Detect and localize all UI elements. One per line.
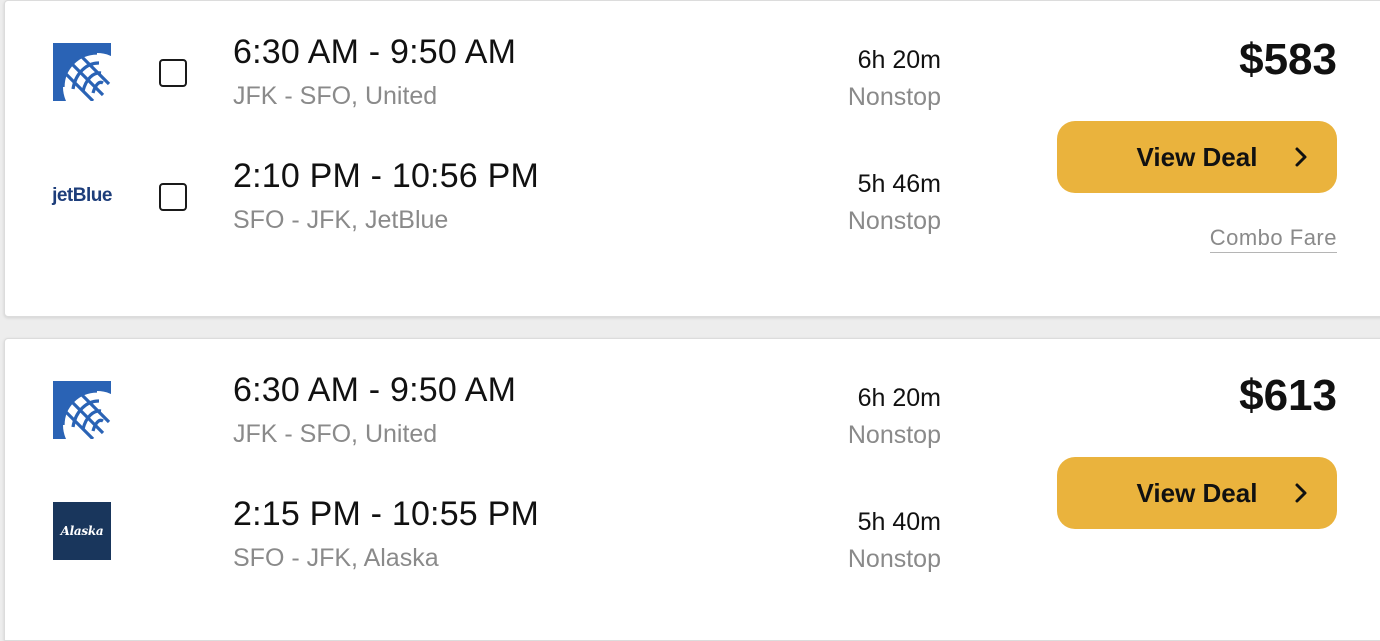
leg-stops: Nonstop xyxy=(847,207,941,235)
flight-result-card[interactable]: 6:30 AM - 9:50 AM JFK - SFO, United 6h 2… xyxy=(4,338,1380,641)
leg-stops: Nonstop xyxy=(847,545,941,573)
leg-duration: 5h 40m xyxy=(857,508,941,536)
chevron-right-icon xyxy=(1295,483,1307,503)
leg-duration: 6h 20m xyxy=(857,384,941,412)
leg-route: JFK - SFO, United xyxy=(233,82,438,110)
leg-times: 2:15 PM - 10:55 PM xyxy=(233,495,539,533)
leg-select-checkbox[interactable] xyxy=(159,183,187,211)
leg-route: SFO - JFK, Alaska xyxy=(233,544,439,572)
leg-times: 6:30 AM - 9:50 AM xyxy=(233,371,517,409)
flight-result-card[interactable]: 6:30 AM - 9:50 AM JFK - SFO, United 6h 2… xyxy=(4,0,1380,317)
leg-times: 6:30 AM - 9:50 AM xyxy=(233,33,517,71)
jetblue-logo-icon: jetBlue xyxy=(52,167,112,225)
leg-stops: Nonstop xyxy=(847,83,941,111)
leg-stops: Nonstop xyxy=(847,421,941,449)
view-deal-button[interactable]: View Deal xyxy=(1057,121,1337,193)
price: $613 xyxy=(1239,371,1337,420)
united-globe-icon xyxy=(53,381,131,459)
leg-duration: 5h 46m xyxy=(857,170,941,198)
view-deal-label: View Deal xyxy=(1136,477,1258,508)
view-deal-button[interactable]: View Deal xyxy=(1057,457,1337,529)
combo-fare-link[interactable]: Combo Fare xyxy=(1209,225,1337,253)
leg-select-checkbox[interactable] xyxy=(159,59,187,87)
leg-route: SFO - JFK, JetBlue xyxy=(233,206,449,234)
leg-duration: 6h 20m xyxy=(857,46,941,74)
price: $583 xyxy=(1239,35,1337,84)
jetblue-logo-text: jetBlue xyxy=(52,185,112,206)
alaska-logo-icon: Alaska xyxy=(53,502,111,560)
leg-times: 2:10 PM - 10:56 PM xyxy=(233,157,539,195)
chevron-right-icon xyxy=(1295,147,1307,167)
united-globe-icon xyxy=(53,43,131,121)
view-deal-label: View Deal xyxy=(1136,141,1258,172)
leg-route: JFK - SFO, United xyxy=(233,420,438,448)
alaska-logo-text: Alaska xyxy=(60,524,104,538)
